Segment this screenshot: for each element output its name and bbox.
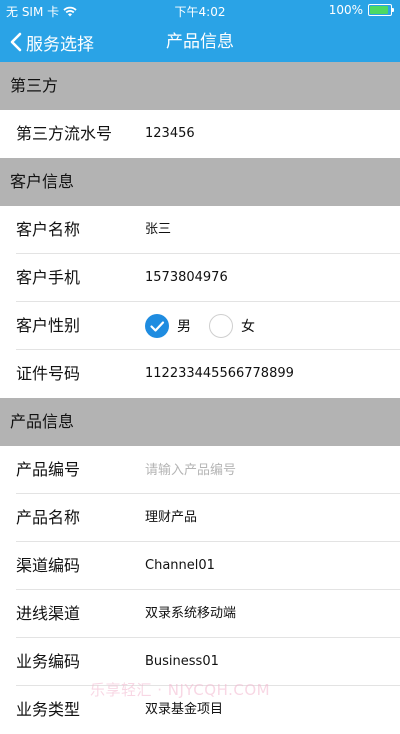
product-code-label: 产品编号 bbox=[16, 460, 81, 479]
radio-checked-icon bbox=[145, 314, 169, 338]
row-product-code: 产品编号 bbox=[0, 446, 400, 494]
customer-phone-label: 客户手机 bbox=[16, 268, 81, 287]
id-number-value[interactable]: 112233445566778899 bbox=[145, 350, 294, 398]
section-header-third-party: 第三方 bbox=[0, 62, 400, 110]
customer-phone-value[interactable]: 1573804976 bbox=[145, 254, 228, 302]
gender-radio-group: 男 女 bbox=[145, 302, 273, 350]
serial-number-label: 第三方流水号 bbox=[16, 124, 113, 143]
gender-female-radio[interactable]: 女 bbox=[209, 314, 255, 338]
chevron-left-icon bbox=[10, 32, 22, 52]
product-name-label: 产品名称 bbox=[16, 508, 81, 527]
radio-unchecked-icon bbox=[209, 314, 233, 338]
row-customer-name: 客户名称 张三 bbox=[0, 206, 400, 254]
row-serial-number: 第三方流水号 123456 bbox=[0, 110, 400, 158]
row-id-number: 证件号码 112233445566778899 bbox=[0, 350, 400, 398]
row-channel-code: 渠道编码 Channel01 bbox=[0, 542, 400, 590]
customer-name-label: 客户名称 bbox=[16, 220, 81, 239]
row-customer-phone: 客户手机 1573804976 bbox=[0, 254, 400, 302]
entry-channel-value[interactable]: 双录系统移动端 bbox=[145, 590, 236, 638]
row-product-name: 产品名称 理财产品 bbox=[0, 494, 400, 542]
product-code-input[interactable] bbox=[145, 458, 385, 482]
business-type-label: 业务类型 bbox=[16, 700, 81, 719]
customer-name-value[interactable]: 张三 bbox=[145, 206, 171, 254]
serial-number-value[interactable]: 123456 bbox=[145, 110, 195, 158]
row-customer-gender: 客户性别 男 女 bbox=[0, 302, 400, 350]
channel-code-label: 渠道编码 bbox=[16, 556, 81, 575]
row-business-type: 业务类型 双录基金项目 bbox=[0, 686, 400, 734]
nav-bar: 服务选择 产品信息 bbox=[0, 22, 400, 62]
section-header-customer: 客户信息 bbox=[0, 158, 400, 206]
id-number-label: 证件号码 bbox=[16, 364, 81, 383]
entry-channel-label: 进线渠道 bbox=[16, 604, 81, 623]
business-code-value[interactable]: Business01 bbox=[145, 638, 219, 686]
product-name-value[interactable]: 理财产品 bbox=[145, 494, 197, 542]
checkmark-icon bbox=[150, 321, 165, 332]
back-button[interactable]: 服务选择 bbox=[10, 22, 94, 62]
battery-tip bbox=[392, 8, 394, 12]
form-content: 第三方 第三方流水号 123456 客户信息 客户名称 张三 客户手机 1573… bbox=[0, 62, 400, 734]
row-business-code: 业务编码 Business01 bbox=[0, 638, 400, 686]
status-bar: 无 SIM 卡 下午4:02 100% bbox=[0, 0, 400, 22]
gender-female-label: 女 bbox=[241, 319, 255, 335]
gender-male-radio[interactable]: 男 bbox=[145, 314, 191, 338]
business-code-label: 业务编码 bbox=[16, 652, 81, 671]
battery-percent: 100% bbox=[328, 3, 363, 17]
status-right: 100% bbox=[328, 3, 394, 17]
battery-icon bbox=[368, 4, 394, 16]
section-header-product: 产品信息 bbox=[0, 398, 400, 446]
business-type-value[interactable]: 双录基金项目 bbox=[145, 686, 223, 734]
back-label: 服务选择 bbox=[26, 34, 94, 55]
row-entry-channel: 进线渠道 双录系统移动端 bbox=[0, 590, 400, 638]
gender-male-label: 男 bbox=[177, 319, 191, 335]
channel-code-value[interactable]: Channel01 bbox=[145, 542, 215, 590]
battery-fill bbox=[370, 6, 388, 14]
customer-gender-label: 客户性别 bbox=[16, 316, 81, 335]
